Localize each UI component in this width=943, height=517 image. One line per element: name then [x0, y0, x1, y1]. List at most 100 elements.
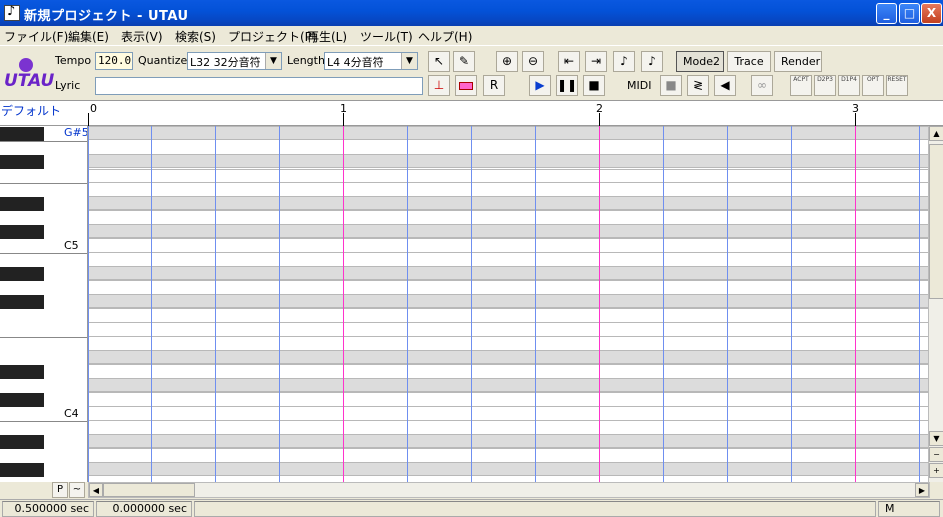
- insert-rest-button[interactable]: ⊥: [428, 75, 450, 96]
- status-bar: 0.500000 sec 0.000000 sec M: [0, 499, 943, 517]
- midi-label: MIDI: [627, 79, 652, 92]
- tilde-label: ~: [72, 484, 82, 495]
- track-name[interactable]: デフォルト: [1, 102, 61, 119]
- grid-row-line: [88, 448, 928, 449]
- vertical-scroll-thumb[interactable]: [929, 144, 943, 299]
- track-ruler[interactable]: デフォルト 0 1 2 3: [0, 100, 943, 126]
- arrow-right-icon: ▶: [918, 486, 926, 495]
- go-start-button[interactable]: ⇤: [558, 51, 580, 72]
- beat-line: [791, 126, 792, 482]
- bar-tick: [343, 113, 344, 126]
- grid-row-black: [88, 126, 928, 140]
- black-key[interactable]: [0, 295, 44, 309]
- black-key[interactable]: [0, 267, 44, 281]
- go-end-button[interactable]: ⇥: [585, 51, 607, 72]
- grid-row-line: [88, 182, 928, 183]
- grid-row-line: [88, 238, 928, 239]
- vzoom-in-button[interactable]: +: [929, 463, 943, 478]
- speaker-button[interactable]: ◀: [714, 75, 736, 96]
- arrow-to-start-icon: ⇤: [563, 54, 575, 68]
- insert-r-button[interactable]: R: [483, 75, 505, 96]
- note-grid[interactable]: [88, 126, 928, 482]
- black-key[interactable]: [0, 155, 44, 169]
- black-key[interactable]: [0, 127, 44, 141]
- black-key[interactable]: [0, 197, 44, 211]
- stop-button[interactable]: ■: [583, 75, 605, 96]
- piano-keyboard[interactable]: G#5 C5 C4: [0, 126, 88, 482]
- beat-line: [663, 126, 664, 482]
- grid-row-line: [88, 420, 928, 421]
- menu-project[interactable]: プロジェクト(P): [228, 28, 317, 45]
- quantize-select[interactable]: L32 32分音符 ▼: [187, 52, 282, 70]
- black-key[interactable]: [0, 393, 44, 407]
- lyric-label: Lyric: [55, 79, 81, 92]
- prev-note-button[interactable]: ♪: [613, 51, 635, 72]
- pointer-tool-button[interactable]: ↖: [428, 51, 450, 72]
- menu-search[interactable]: 検索(S): [175, 28, 216, 45]
- tempo-field[interactable]: 120.0: [95, 52, 133, 70]
- square-icon: ■: [665, 78, 677, 92]
- plus-icon: +: [933, 466, 940, 475]
- next-note-button[interactable]: ♪: [641, 51, 663, 72]
- play-button[interactable]: ▶: [529, 75, 551, 96]
- horizontal-scrollbar[interactable]: ◀ ▶: [88, 482, 930, 498]
- zoom-out-button[interactable]: ⊖: [522, 51, 544, 72]
- play-icon: ▶: [535, 78, 545, 92]
- maximize-button[interactable]: □: [899, 3, 920, 24]
- grid-row-black: [88, 350, 928, 364]
- black-key[interactable]: [0, 463, 44, 477]
- vzoom-out-button[interactable]: −: [929, 447, 943, 462]
- key-line: [0, 141, 87, 142]
- bar-tick: [88, 113, 89, 126]
- app-icon[interactable]: [4, 4, 20, 21]
- speaker-icon: ◀: [720, 78, 730, 92]
- bar-line: [343, 126, 344, 482]
- pitch-button[interactable]: P: [52, 482, 68, 498]
- pencil-tool-button[interactable]: ✎: [453, 51, 475, 72]
- midi-record-button[interactable]: ■: [660, 75, 682, 96]
- menu-file[interactable]: ファイル(F): [4, 28, 68, 45]
- vibrato-button[interactable]: ∞: [751, 75, 773, 96]
- grid-row-line: [88, 252, 928, 253]
- horizontal-scroll-thumb[interactable]: [103, 483, 195, 497]
- insert-note-button[interactable]: [455, 75, 477, 96]
- bar-line: [855, 126, 856, 482]
- envelope-opt-button[interactable]: OPT: [862, 75, 884, 96]
- black-key[interactable]: [0, 225, 44, 239]
- length-select[interactable]: L4 4分音符 ▼: [324, 52, 418, 70]
- note-right-icon: ♪: [648, 54, 656, 68]
- pause-button[interactable]: ❚❚: [556, 75, 578, 96]
- menu-tools[interactable]: ツール(T): [360, 28, 413, 45]
- beat-line: [279, 126, 280, 482]
- scroll-right-button[interactable]: ▶: [915, 483, 929, 497]
- menu-help[interactable]: ヘルプ(H): [418, 28, 472, 45]
- midi-loop-button[interactable]: ≷: [687, 75, 709, 96]
- trace-button[interactable]: Trace: [727, 51, 771, 72]
- status-empty: [194, 501, 876, 517]
- scroll-down-button[interactable]: ▼: [929, 431, 943, 446]
- beat-line: [471, 126, 472, 482]
- menu-view[interactable]: 表示(V): [121, 28, 163, 45]
- tilde-button[interactable]: ~: [69, 482, 85, 498]
- black-key[interactable]: [0, 365, 44, 379]
- scroll-up-button[interactable]: ▲: [929, 126, 943, 141]
- envelope-d1p4-button[interactable]: D1P4: [838, 75, 860, 96]
- menu-bar: ファイル(F) 編集(E) 表示(V) 検索(S) プロジェクト(P) 再生(L…: [0, 26, 943, 45]
- minimize-button[interactable]: _: [876, 3, 897, 24]
- close-button[interactable]: X: [921, 3, 942, 24]
- mode2-button[interactable]: Mode2: [676, 51, 724, 72]
- render-button[interactable]: Render: [774, 51, 822, 72]
- tempo-label: Tempo: [55, 54, 92, 67]
- scroll-left-button[interactable]: ◀: [89, 483, 103, 497]
- lyric-input[interactable]: [95, 77, 423, 95]
- menu-play[interactable]: 再生(L): [307, 28, 347, 45]
- envelope-d2p3-button[interactable]: D2P3: [814, 75, 836, 96]
- envelope-reset-button[interactable]: RESET: [886, 75, 908, 96]
- zoom-in-button[interactable]: ⊕: [496, 51, 518, 72]
- vibrato-icon: ∞: [757, 78, 767, 92]
- black-key[interactable]: [0, 435, 44, 449]
- envelope-d1p4-icon: D1P4: [841, 76, 857, 83]
- vertical-scrollbar[interactable]: ▲ ▼ − +: [928, 126, 943, 482]
- menu-edit[interactable]: 編集(E): [68, 28, 109, 45]
- envelope-acpt-button[interactable]: ACPT: [790, 75, 812, 96]
